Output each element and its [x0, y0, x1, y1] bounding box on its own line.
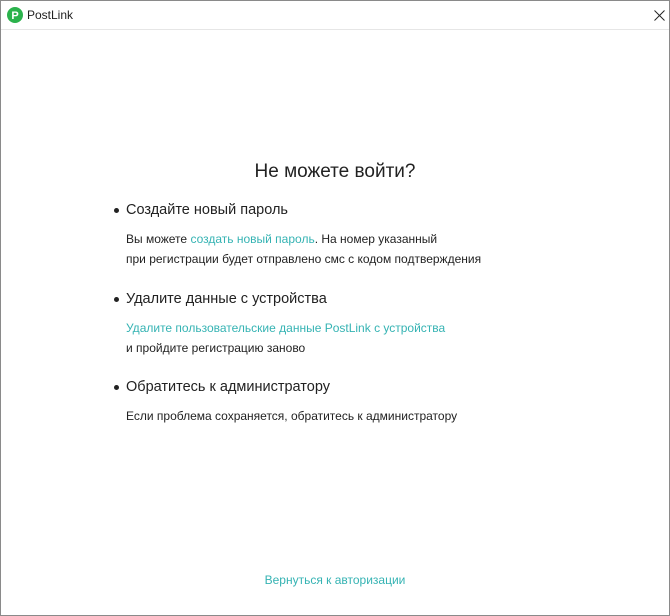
delete-user-data-link[interactable]: Удалите пользовательские данные PostLink… — [126, 321, 445, 335]
text-prefix: Вы можете — [126, 232, 191, 246]
text-line: Если проблема сохраняется, обратитесь к … — [126, 409, 458, 423]
app-window: P PostLink Не можете войти? Создайте нов… — [0, 0, 670, 616]
bullet-icon — [114, 297, 119, 302]
section-text: Вы можете создать новый пароль. На номер… — [114, 229, 634, 269]
section-delete-data: Удалите данные с устройства Удалите поль… — [114, 289, 634, 358]
postlink-logo-icon: P — [7, 7, 23, 23]
section-contact-admin: Обратитесь к администратору Если проблем… — [114, 377, 634, 426]
back-to-login-link[interactable]: Вернуться к авторизации — [265, 573, 406, 587]
title-bar: P PostLink — [1, 1, 669, 30]
text-line: и пройдите регистрацию заново — [126, 341, 306, 355]
section-title: Обратитесь к администратору — [126, 379, 330, 395]
page-title: Не можете войти? — [254, 161, 416, 182]
text-line: при регистрации будет отправлено смс с к… — [126, 252, 482, 266]
section-text: Удалите пользовательские данные PostLink… — [114, 318, 634, 358]
bullet-icon — [114, 385, 119, 390]
logo-letter: P — [11, 10, 18, 22]
window-title: PostLink — [27, 8, 74, 22]
bullet-icon — [114, 208, 119, 213]
close-button[interactable] — [649, 1, 669, 29]
close-icon — [653, 9, 665, 21]
section-title: Удалите данные с устройства — [126, 291, 327, 307]
text-suffix: . На номер указанный — [314, 232, 438, 246]
create-new-password-link[interactable]: создать новый пароль — [190, 232, 314, 246]
section-text: Если проблема сохраняется, обратитесь к … — [114, 406, 634, 426]
section-title: Создайте новый пароль — [126, 202, 288, 218]
section-new-password: Создайте новый пароль Вы можете создать … — [114, 200, 634, 269]
